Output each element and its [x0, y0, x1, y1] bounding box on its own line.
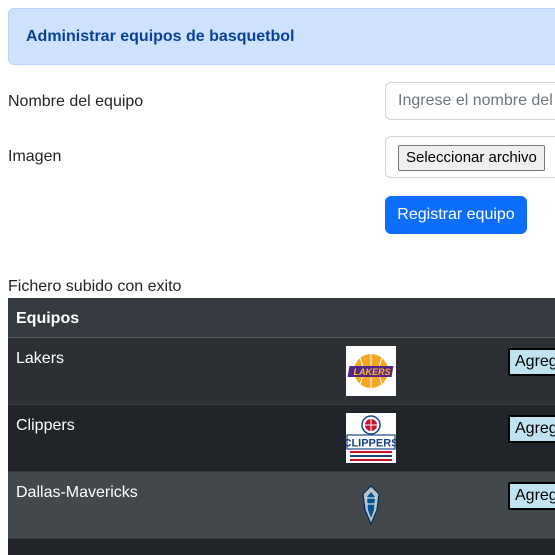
table-row: Clippers CLIPPERS Agregar [8, 405, 555, 472]
teams-table: Equipos Lakers LAKERS Agregar Clippers [8, 298, 555, 555]
add-team-button[interactable]: Agregar [508, 482, 555, 510]
svg-text:CLIPPERS: CLIPPERS [346, 438, 396, 450]
add-team-button[interactable]: Agregar [508, 348, 555, 376]
lakers-logo-icon: LAKERS [346, 346, 396, 396]
register-team-button[interactable]: Registrar equipo [385, 196, 527, 234]
team-name: Clippers [16, 417, 75, 434]
image-file-input[interactable]: Seleccionar archivo [385, 136, 555, 178]
table-row: Lakers LAKERS Agregar [8, 338, 555, 405]
mavericks-logo-icon [362, 485, 380, 526]
image-label: Imagen [8, 148, 62, 165]
team-name-input[interactable] [385, 82, 555, 120]
table-row: Dallas-Mavericks Agregar [8, 472, 555, 539]
add-team-button[interactable]: Agregar [508, 415, 555, 443]
team-name: Dallas-Mavericks [16, 484, 138, 501]
page: Administrar equipos de basquetbol Nombre… [0, 0, 555, 555]
select-file-button[interactable]: Seleccionar archivo [398, 145, 545, 171]
team-name: Lakers [16, 350, 65, 367]
teams-column-header: Equipos [16, 310, 80, 327]
upload-status-text: Fichero subido con exito [8, 278, 182, 295]
page-title: Administrar equipos de basquetbol [26, 28, 295, 45]
table-header: Equipos [8, 298, 555, 338]
clippers-logo-icon: CLIPPERS [346, 413, 396, 463]
header-alert: Administrar equipos de basquetbol [8, 8, 555, 65]
svg-text:LAKERS: LAKERS [353, 367, 390, 377]
team-name-label: Nombre del equipo [8, 93, 144, 110]
